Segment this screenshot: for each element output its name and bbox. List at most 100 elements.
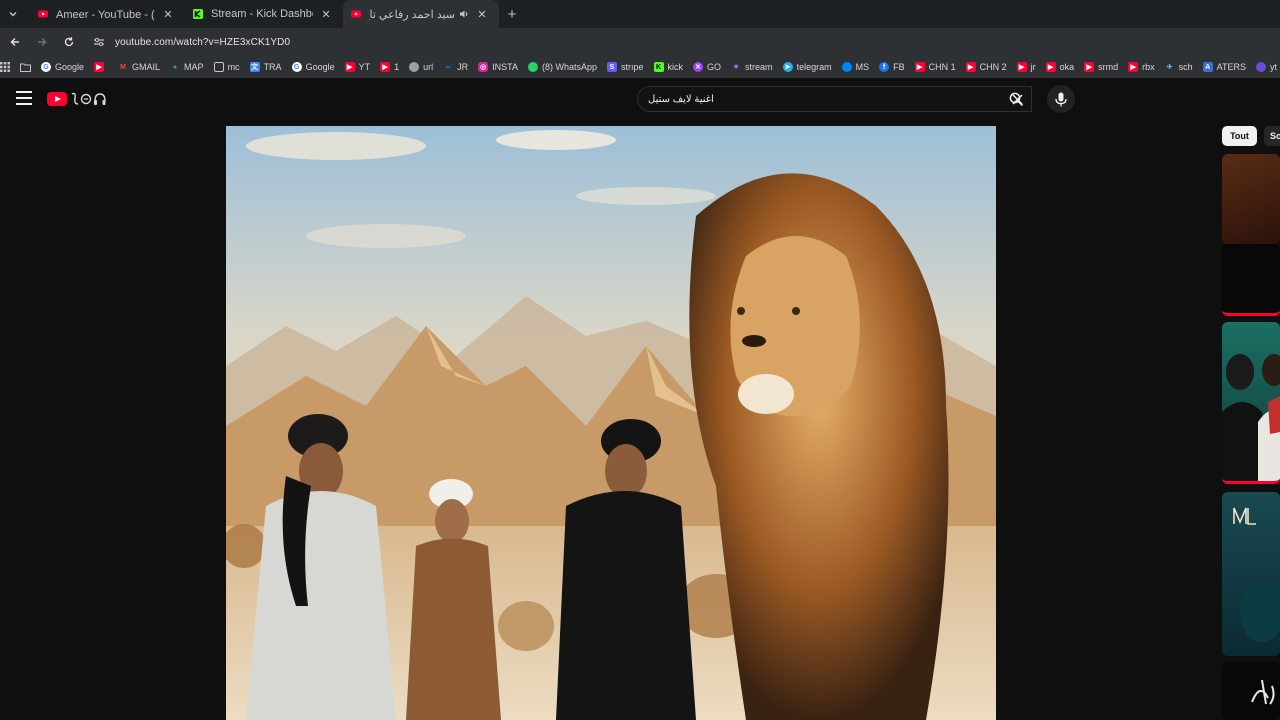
search-button[interactable]	[1000, 86, 1032, 112]
browser-tab-3-active[interactable]: سيد احمد رفاعي تاج ا (1695) ✕	[343, 0, 499, 28]
new-tab-button[interactable]: +	[499, 0, 525, 28]
youtube-icon: ▶	[380, 62, 391, 72]
stripe-icon: S	[607, 62, 618, 72]
back-button[interactable]	[3, 30, 27, 54]
bookmark-folder[interactable]	[10, 57, 36, 77]
doodle-icon	[70, 92, 106, 106]
arrow-left-icon	[10, 38, 19, 46]
globe-icon	[409, 62, 420, 72]
chip-next[interactable]: So	[1264, 126, 1280, 146]
facebook-icon: f	[879, 62, 890, 72]
video-player[interactable]	[226, 126, 996, 720]
bookmark-ytmp4[interactable]: yt mp4	[1251, 57, 1280, 77]
bird-icon: ✈	[1166, 64, 1173, 71]
bookmark-map[interactable]: ● MAP	[165, 57, 209, 77]
bookmark-jr[interactable]: ∞ JR	[438, 57, 473, 77]
youtube-play-icon	[47, 92, 67, 106]
bookmark-srmd[interactable]: ▶ srmd	[1079, 57, 1123, 77]
search-input[interactable]: اغنية لايف ستيل	[637, 86, 1032, 112]
bookmark-oka[interactable]: ▶ oka	[1041, 57, 1080, 77]
close-icon[interactable]: ✕	[475, 7, 489, 21]
bookmark-youtube[interactable]: ▶	[89, 57, 113, 77]
gmail-icon: M	[120, 63, 126, 71]
close-icon[interactable]: ✕	[161, 7, 175, 21]
bookmark-tra[interactable]: 文 TRA	[245, 57, 287, 77]
youtube-icon: ▶	[914, 62, 925, 72]
chevron-down-icon	[9, 12, 17, 17]
bookmark-aters[interactable]: A ATERS	[1198, 57, 1251, 77]
audio-playing-icon[interactable]	[459, 9, 469, 19]
search-query-text: اغنية لايف ستيل	[648, 93, 714, 105]
browser-tab-1[interactable]: Ameer - YouTube - أمير (10847) ✕	[30, 0, 185, 28]
bookmark-jr-2[interactable]: ▶ jr	[1012, 57, 1041, 77]
recommendations-rail: Tout So	[1222, 126, 1280, 720]
youtube-masthead: اغنية لايف ستيل	[0, 78, 1280, 120]
bookmark-sch[interactable]: ✈ sch	[1160, 57, 1198, 77]
recommended-thumbnail[interactable]	[1222, 154, 1280, 244]
bookmark-1[interactable]: ▶ 1	[375, 57, 404, 77]
address-bar[interactable]: youtube.com/watch?v=HZE3xCK1YD0	[87, 31, 1280, 53]
folder-icon	[213, 62, 224, 72]
youtube-icon	[38, 10, 48, 18]
bookmark-chn1[interactable]: ▶ CHN 1	[910, 57, 961, 77]
youtube-icon: ▶	[1128, 62, 1139, 72]
video-thumbnail-image	[226, 126, 996, 720]
bookmark-rbx[interactable]: ▶ rbx	[1123, 57, 1160, 77]
people-thumbnail-image	[1222, 354, 1280, 481]
youtube-logo[interactable]	[47, 91, 106, 107]
apps-grid-icon	[0, 62, 10, 72]
bookmark-yt[interactable]: ▶ YT	[340, 57, 376, 77]
bookmark-stripe[interactable]: Sstrıpe	[602, 57, 649, 77]
bookmark-whatsapp[interactable]: (8) WhatsApp	[523, 57, 602, 77]
bookmarks-bar: G Google ▶ M GMAIL ● MAP mc 文 TRA G Google ▶ Y…	[0, 56, 1280, 78]
plus-icon: +	[507, 5, 517, 23]
bookmark-ms[interactable]: MS	[837, 57, 875, 77]
bookmark-stream[interactable]: ✶ stream	[726, 57, 778, 77]
forward-button[interactable]	[30, 30, 54, 54]
microphone-icon	[1055, 92, 1067, 106]
meta-icon: ∞	[445, 63, 451, 71]
google-icon: G	[291, 62, 302, 72]
browser-tab-2[interactable]: Stream - Kick Dashboard ✕	[185, 0, 343, 28]
voice-search-button[interactable]	[1047, 85, 1075, 113]
bookmark-gmail[interactable]: M GMAIL	[113, 57, 165, 77]
youtube-icon: ▶	[1045, 62, 1056, 72]
bookmark-go[interactable]: ✕ GO	[688, 57, 726, 77]
recommended-thumbnail[interactable]	[1222, 322, 1280, 484]
go-icon: ✕	[693, 62, 704, 72]
youtube-icon: ▶	[344, 62, 355, 72]
apps-button[interactable]	[0, 62, 10, 72]
bookmark-telegram[interactable]: ➤ telegram	[778, 57, 837, 77]
menu-icon[interactable]	[16, 91, 32, 105]
reload-button[interactable]	[57, 30, 81, 54]
stream-icon: ✶	[733, 64, 739, 71]
bookmark-chn2[interactable]: ▶ CHN 2	[961, 57, 1012, 77]
kick-icon: K	[653, 62, 664, 72]
youtube-icon	[351, 10, 361, 18]
monogram-thumbnail-image	[1233, 507, 1280, 642]
ytmp4-icon	[1256, 62, 1267, 72]
tab-search-button[interactable]	[0, 0, 26, 28]
bookmark-kick[interactable]: Kkick	[649, 57, 689, 77]
bookmark-url[interactable]: url	[404, 57, 438, 77]
recommended-thumbnail[interactable]	[1222, 662, 1280, 720]
calligraphy-thumbnail-image	[1251, 679, 1275, 705]
bookmark-google[interactable]: G Google	[36, 57, 89, 77]
youtube-icon: ▶	[94, 62, 105, 72]
maps-pin-icon: ●	[172, 63, 178, 71]
recommended-thumbnail[interactable]	[1222, 492, 1280, 656]
recommended-thumbnail[interactable]	[1222, 244, 1280, 316]
youtube-icon: ▶	[965, 62, 976, 72]
bookmark-insta[interactable]: ◎ INSTA	[473, 57, 523, 77]
chip-all[interactable]: Tout	[1222, 126, 1257, 146]
bookmark-google-2[interactable]: G Google	[287, 57, 340, 77]
google-icon: G	[41, 62, 51, 72]
tab-title: سيد احمد رفاعي تاج ا (1695)	[369, 8, 455, 21]
close-icon[interactable]: ✕	[319, 7, 333, 21]
bookmark-mc[interactable]: mc	[209, 57, 245, 77]
folder-icon	[20, 63, 31, 72]
tab-title: Ameer - YouTube - أمير (10847)	[56, 8, 155, 21]
site-info-icon[interactable]	[93, 37, 109, 47]
tab-title: Stream - Kick Dashboard	[211, 8, 313, 20]
bookmark-fb[interactable]: f FB	[874, 57, 910, 77]
